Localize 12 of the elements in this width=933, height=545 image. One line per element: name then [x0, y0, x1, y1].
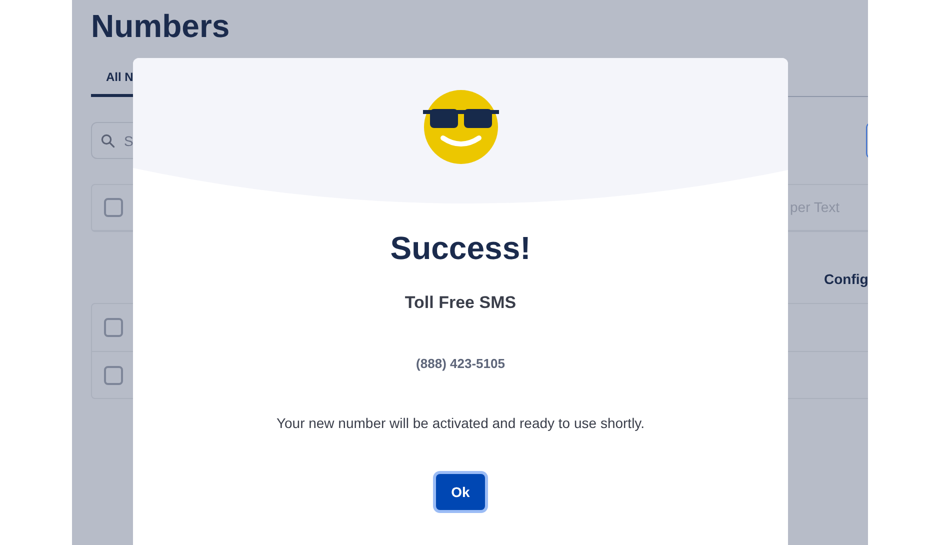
phone-number: (888) 423-5105 — [416, 354, 505, 373]
checkbox[interactable] — [104, 198, 123, 217]
ok-button[interactable]: Ok — [436, 474, 485, 510]
checkbox[interactable] — [104, 366, 123, 384]
checkbox[interactable] — [104, 318, 123, 337]
sunglasses-smiley-icon — [422, 88, 500, 166]
column-header: Config — [824, 270, 868, 289]
page-title: Numbers — [91, 7, 230, 46]
dialog-title: Success! — [390, 229, 531, 268]
search-icon — [101, 134, 115, 148]
message-text: Your new number will be activated and ready to use shortly. — [276, 414, 645, 433]
product-name: Toll Free SMS — [404, 292, 516, 314]
